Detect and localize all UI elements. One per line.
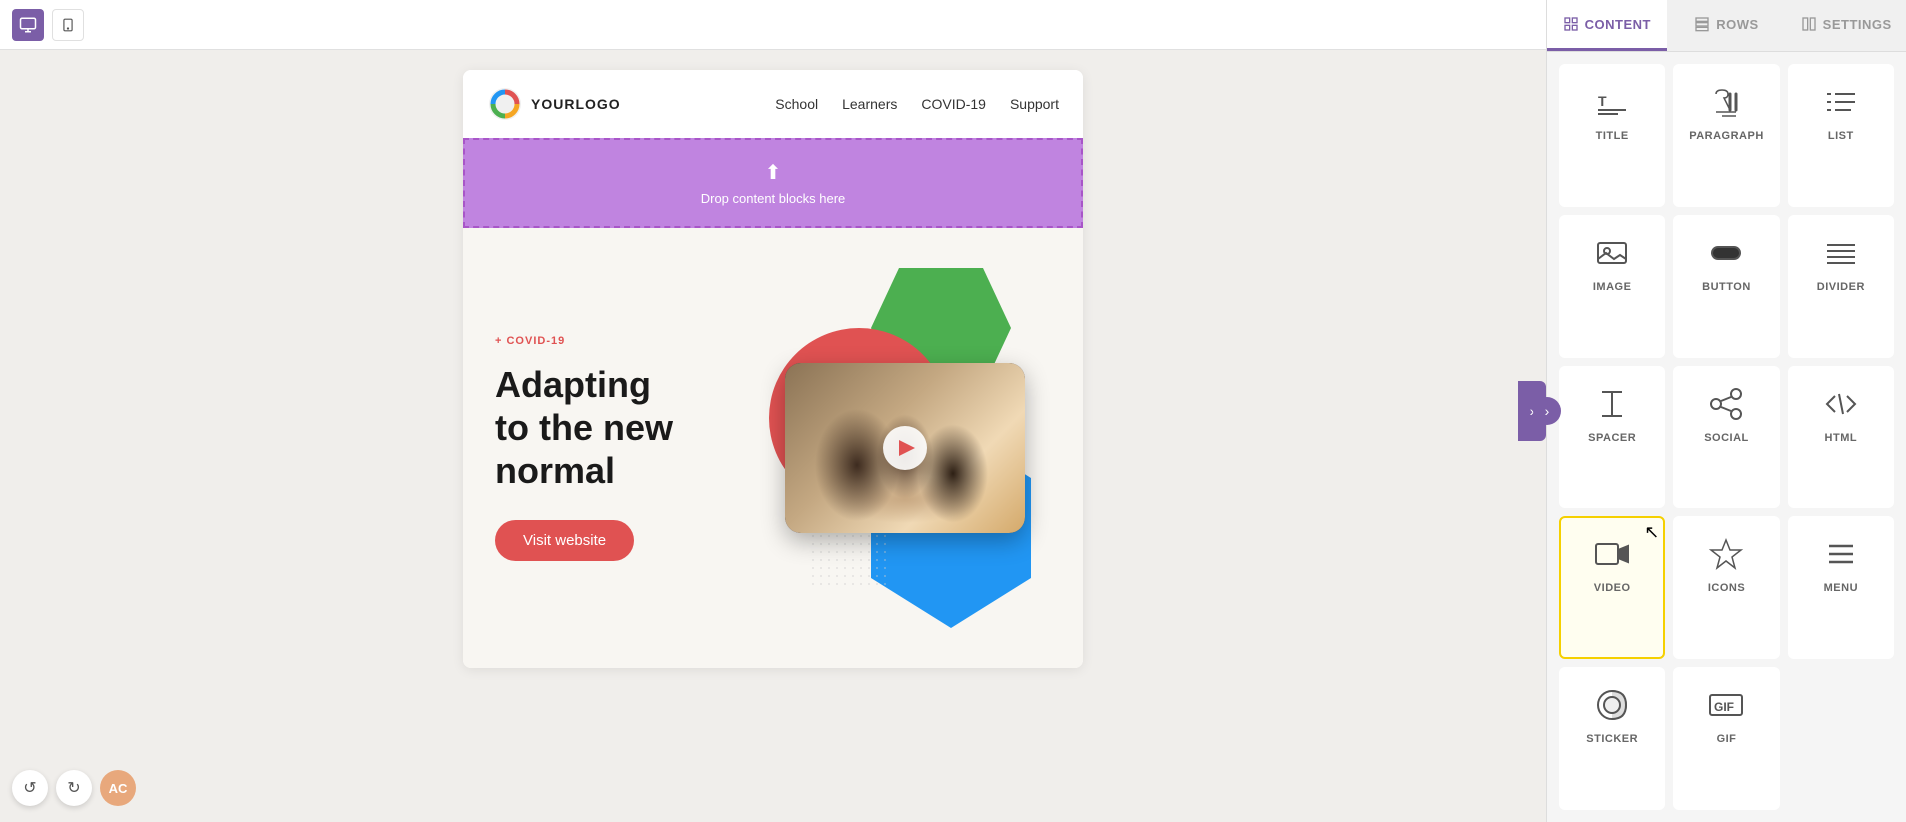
- nav-link-school[interactable]: School: [775, 96, 818, 112]
- top-toolbar: [0, 0, 1546, 50]
- content-grid: T TITLE PARAGRAPH LIST IMAGE BUTTON DIVI…: [1547, 52, 1906, 822]
- email-logo: YOURLOGO: [487, 86, 621, 122]
- email-preview: YOURLOGO School Learners COVID-19 Suppor…: [463, 70, 1083, 668]
- content-item-title[interactable]: T TITLE: [1559, 64, 1665, 207]
- hero-right: [759, 268, 1051, 628]
- upload-icon: ⬆: [765, 160, 782, 185]
- tab-settings[interactable]: SETTINGS: [1786, 0, 1906, 51]
- tab-rows[interactable]: ROWS: [1667, 0, 1787, 51]
- sticker-label: STICKER: [1586, 733, 1638, 745]
- desktop-view-button[interactable]: [12, 9, 44, 41]
- content-item-button[interactable]: BUTTON: [1673, 215, 1779, 358]
- video-icon: [1594, 534, 1630, 574]
- cursor-indicator: ↖: [1644, 522, 1659, 543]
- desktop-icon: [19, 16, 37, 34]
- tab-content[interactable]: CONTENT: [1547, 0, 1667, 51]
- rows-icon: [1694, 16, 1710, 32]
- nav-link-learners[interactable]: Learners: [842, 96, 897, 112]
- button-label: BUTTON: [1702, 281, 1751, 293]
- bottom-toolbar: ↺ ↻ AC: [12, 770, 136, 806]
- hero-left: + COVID-19 Adaptingto the newnormal Visi…: [495, 335, 739, 562]
- email-nav-links: School Learners COVID-19 Support: [775, 96, 1059, 112]
- content-item-list[interactable]: LIST: [1788, 64, 1894, 207]
- logo-icon: [487, 86, 523, 122]
- gif-label: GIF: [1717, 733, 1737, 745]
- email-hero: + COVID-19 Adaptingto the newnormal Visi…: [463, 228, 1083, 668]
- undo-button[interactable]: ↺: [12, 770, 48, 806]
- content-item-gif[interactable]: GIF GIF: [1673, 667, 1779, 810]
- title-icon: T: [1594, 82, 1630, 122]
- social-label: SOCIAL: [1704, 432, 1749, 444]
- hero-title: Adaptingto the newnormal: [495, 363, 739, 493]
- button-icon: [1708, 233, 1744, 273]
- nav-link-support[interactable]: Support: [1010, 96, 1059, 112]
- list-label: LIST: [1828, 130, 1854, 142]
- svg-text:GIF: GIF: [1714, 700, 1734, 714]
- title-label: TITLE: [1596, 130, 1629, 142]
- user-avatar-button[interactable]: AC: [100, 770, 136, 806]
- menu-icon: [1823, 534, 1859, 574]
- grid-icon: [1563, 16, 1579, 32]
- image-icon: [1594, 233, 1630, 273]
- social-icon: [1708, 384, 1744, 424]
- content-item-video[interactable]: VIDEO ↖: [1559, 516, 1665, 659]
- mobile-view-button[interactable]: [52, 9, 84, 41]
- gif-icon: GIF: [1708, 685, 1744, 725]
- settings-icon: [1801, 16, 1817, 32]
- content-item-icons[interactable]: ICONS: [1673, 516, 1779, 659]
- image-label: IMAGE: [1593, 281, 1632, 293]
- email-navbar: YOURLOGO School Learners COVID-19 Suppor…: [463, 70, 1083, 138]
- icons-icon: [1708, 534, 1744, 574]
- paragraph-icon: [1708, 82, 1744, 122]
- hero-tag: + COVID-19: [495, 335, 739, 347]
- spacer-label: SPACER: [1588, 432, 1636, 444]
- html-icon: [1823, 384, 1859, 424]
- tab-settings-label: SETTINGS: [1823, 17, 1892, 32]
- collapse-panel-button[interactable]: ›: [1533, 397, 1561, 425]
- icons-label: ICONS: [1708, 582, 1745, 594]
- tab-rows-label: ROWS: [1716, 17, 1758, 32]
- content-item-sticker[interactable]: STICKER: [1559, 667, 1665, 810]
- content-item-spacer[interactable]: SPACER: [1559, 366, 1665, 509]
- paragraph-label: PARAGRAPH: [1689, 130, 1764, 142]
- menu-label: MENU: [1824, 582, 1858, 594]
- drop-zone[interactable]: ⬆ Drop content blocks here: [463, 138, 1083, 228]
- sticker-icon: [1594, 685, 1630, 725]
- mobile-icon: [61, 16, 75, 34]
- video-label: VIDEO: [1594, 582, 1631, 594]
- content-item-html[interactable]: HTML: [1788, 366, 1894, 509]
- redo-button[interactable]: ↻: [56, 770, 92, 806]
- spacer-icon: [1594, 384, 1630, 424]
- divider-label: DIVIDER: [1817, 281, 1865, 293]
- play-button[interactable]: [883, 426, 927, 470]
- video-card[interactable]: [785, 363, 1025, 533]
- tab-content-label: CONTENT: [1585, 17, 1651, 32]
- right-panel: › CONTENT ROWS SETTINGS T TITLE: [1546, 0, 1906, 822]
- content-item-divider[interactable]: DIVIDER: [1788, 215, 1894, 358]
- canvas-main: YOURLOGO School Learners COVID-19 Suppor…: [0, 50, 1546, 822]
- content-item-paragraph[interactable]: PARAGRAPH: [1673, 64, 1779, 207]
- content-item-menu[interactable]: MENU: [1788, 516, 1894, 659]
- logo-text: YOURLOGO: [531, 96, 621, 112]
- content-item-social[interactable]: SOCIAL: [1673, 366, 1779, 509]
- html-label: HTML: [1825, 432, 1858, 444]
- panel-tabs: CONTENT ROWS SETTINGS: [1547, 0, 1906, 52]
- list-icon: [1823, 82, 1859, 122]
- drop-zone-text: Drop content blocks here: [701, 191, 846, 206]
- content-item-image[interactable]: IMAGE: [1559, 215, 1665, 358]
- video-thumbnail: [785, 363, 1025, 533]
- divider-icon: [1823, 233, 1859, 273]
- svg-text:T: T: [1598, 93, 1607, 109]
- hero-visit-button[interactable]: Visit website: [495, 520, 634, 561]
- nav-link-covid[interactable]: COVID-19: [921, 96, 986, 112]
- canvas-area: YOURLOGO School Learners COVID-19 Suppor…: [0, 0, 1546, 822]
